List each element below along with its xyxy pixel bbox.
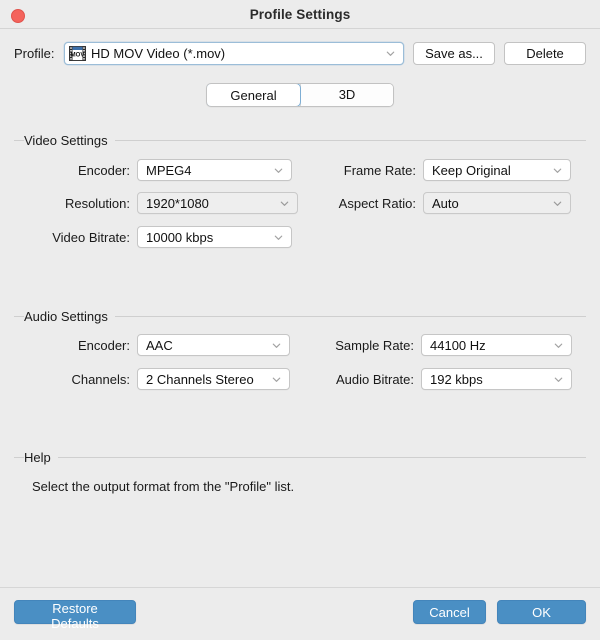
- field-label-sample-rate: Sample Rate:: [300, 338, 414, 353]
- page-title: Profile Settings: [250, 7, 351, 22]
- group-divider-left: [14, 316, 24, 317]
- field-label-audio-bitrate: Audio Bitrate:: [300, 372, 414, 387]
- field-channels: Channels: 2 Channels Stereo: [14, 368, 290, 390]
- close-icon[interactable]: [11, 9, 25, 23]
- resolution-select[interactable]: 1920*1080: [137, 192, 298, 214]
- video-settings-title: Video Settings: [24, 133, 115, 148]
- field-frame-rate: Frame Rate: Keep Original: [300, 159, 571, 181]
- field-sample-rate: Sample Rate: 44100 Hz: [300, 334, 572, 356]
- group-divider-left: [14, 457, 24, 458]
- chevron-down-icon: [279, 198, 290, 209]
- video-settings-group: Video Settings: [14, 133, 586, 147]
- aspect-ratio-value: Auto: [424, 196, 552, 211]
- field-label-aspect-ratio: Aspect Ratio:: [300, 196, 416, 211]
- chevron-down-icon: [271, 374, 282, 385]
- profile-value: HD MOV Video (*.mov): [91, 46, 385, 61]
- cancel-button[interactable]: Cancel: [413, 600, 486, 624]
- field-audio-encoder: Encoder: AAC: [14, 334, 290, 356]
- field-aspect-ratio: Aspect Ratio: Auto: [300, 192, 571, 214]
- channels-value: 2 Channels Stereo: [138, 372, 271, 387]
- profile-select[interactable]: MOV HD MOV Video (*.mov): [64, 42, 404, 65]
- audio-encoder-select[interactable]: AAC: [137, 334, 290, 356]
- svg-text:MOV: MOV: [71, 53, 85, 59]
- group-divider-left: [14, 140, 24, 141]
- chevron-down-icon: [273, 232, 284, 243]
- field-label-resolution: Resolution:: [14, 196, 130, 211]
- chevron-down-icon: [385, 48, 396, 59]
- dialog-button-bar: Restore Defaults Cancel OK: [0, 588, 600, 640]
- video-bitrate-value: 10000 kbps: [138, 230, 273, 245]
- audio-settings-title: Audio Settings: [24, 309, 115, 324]
- mov-file-icon: MOV: [69, 46, 86, 61]
- tab-3d[interactable]: 3D: [300, 84, 393, 106]
- help-text: Select the output format from the "Profi…: [32, 479, 294, 494]
- chevron-down-icon: [273, 165, 284, 176]
- ok-button[interactable]: OK: [497, 600, 586, 624]
- field-video-encoder: Encoder: MPEG4: [14, 159, 292, 181]
- resolution-value: 1920*1080: [138, 196, 279, 211]
- chevron-down-icon: [553, 374, 564, 385]
- tab-general[interactable]: General: [206, 83, 301, 107]
- audio-settings-group: Audio Settings: [14, 309, 586, 323]
- restore-defaults-button[interactable]: Restore Defaults: [14, 600, 136, 624]
- audio-bitrate-value: 192 kbps: [422, 372, 553, 387]
- profile-label: Profile:: [14, 46, 58, 61]
- field-audio-bitrate: Audio Bitrate: 192 kbps: [300, 368, 572, 390]
- chevron-down-icon: [271, 340, 282, 351]
- tab-bar: General 3D: [0, 83, 600, 107]
- group-divider-right: [115, 140, 586, 141]
- sample-rate-select[interactable]: 44100 Hz: [421, 334, 572, 356]
- frame-rate-value: Keep Original: [424, 163, 552, 178]
- field-label-frame-rate: Frame Rate:: [300, 163, 416, 178]
- video-encoder-value: MPEG4: [138, 163, 273, 178]
- window-titlebar: Profile Settings: [0, 0, 600, 29]
- sample-rate-value: 44100 Hz: [422, 338, 553, 353]
- frame-rate-select[interactable]: Keep Original: [423, 159, 571, 181]
- video-bitrate-select[interactable]: 10000 kbps: [137, 226, 292, 248]
- group-divider-right: [115, 316, 586, 317]
- audio-encoder-value: AAC: [138, 338, 271, 353]
- channels-select[interactable]: 2 Channels Stereo: [137, 368, 290, 390]
- audio-bitrate-select[interactable]: 192 kbps: [421, 368, 572, 390]
- help-group: Help: [14, 450, 586, 464]
- aspect-ratio-select[interactable]: Auto: [423, 192, 571, 214]
- save-as-button[interactable]: Save as...: [413, 42, 495, 65]
- group-divider-right: [58, 457, 586, 458]
- field-label-audio-encoder: Encoder:: [14, 338, 130, 353]
- help-title: Help: [24, 450, 58, 465]
- field-video-bitrate: Video Bitrate: 10000 kbps: [14, 226, 292, 248]
- delete-button[interactable]: Delete: [504, 42, 586, 65]
- field-label-video-encoder: Encoder:: [14, 163, 130, 178]
- chevron-down-icon: [552, 165, 563, 176]
- field-resolution: Resolution: 1920*1080: [14, 192, 298, 214]
- profile-bar: Profile: MOV HD MOV Video (*.mov) Save a…: [0, 29, 600, 69]
- chevron-down-icon: [552, 198, 563, 209]
- field-label-video-bitrate: Video Bitrate:: [14, 230, 130, 245]
- field-label-channels: Channels:: [14, 372, 130, 387]
- video-encoder-select[interactable]: MPEG4: [137, 159, 292, 181]
- chevron-down-icon: [553, 340, 564, 351]
